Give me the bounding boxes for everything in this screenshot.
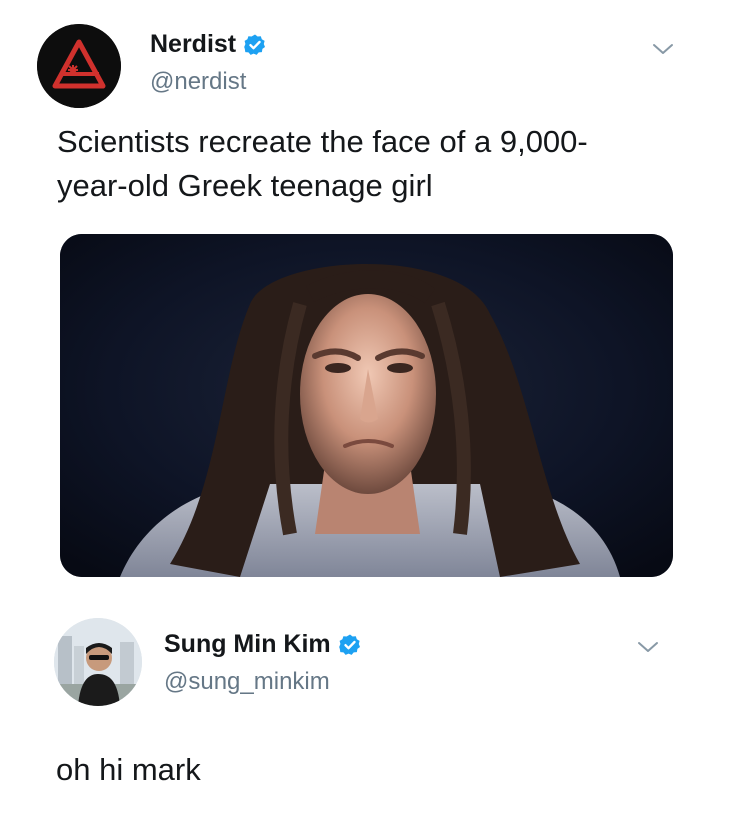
verified-badge-icon [244, 34, 266, 55]
tweet-text: oh hi mark [56, 752, 201, 787]
chevron-down-icon[interactable] [637, 640, 659, 654]
nerdist-avatar[interactable] [37, 24, 121, 108]
verified-badge-icon [338, 634, 360, 655]
author-name-row: Nerdist [150, 30, 267, 59]
author-display-name[interactable]: Nerdist [150, 30, 236, 59]
tweet-text-line: Scientists recreate the face of a 9,000- [57, 124, 588, 159]
tweet-header-nerdist: Nerdist @nerdist [37, 24, 687, 114]
author-handle[interactable]: @nerdist [150, 68, 246, 96]
sung-min-kim-avatar[interactable] [54, 618, 142, 706]
nerdist-logo-icon [37, 24, 121, 108]
author-handle[interactable]: @sung_minkim [164, 668, 330, 696]
screenshot-page: Nerdist @nerdist Scientists recreate the… [0, 0, 750, 822]
tweet-header-sung-min-kim: Sung Min Kim @sung_minkim [54, 612, 674, 712]
tweet-text: Scientists recreate the face of a 9,000-… [57, 120, 677, 208]
profile-photo-icon [54, 618, 142, 706]
author-name-row: Sung Min Kim [164, 630, 362, 659]
author-display-name[interactable]: Sung Min Kim [164, 630, 331, 659]
tweet-media-photo[interactable] [60, 234, 673, 577]
chevron-down-icon[interactable] [652, 42, 674, 56]
tweet-text-line: year-old Greek teenage girl [57, 168, 433, 203]
reconstructed-face-photo [60, 234, 673, 577]
